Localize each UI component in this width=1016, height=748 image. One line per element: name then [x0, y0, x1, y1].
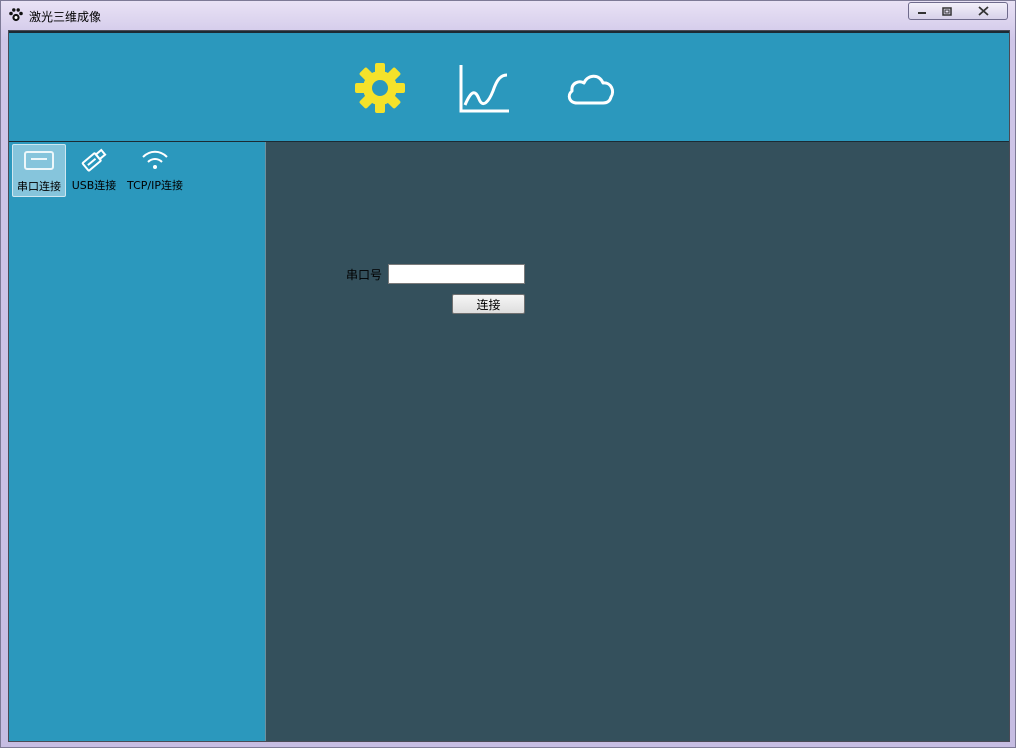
top-toolbar	[9, 31, 1009, 142]
cloud-icon[interactable]	[563, 61, 617, 115]
tab-usb-connection[interactable]: USB连接	[68, 144, 120, 197]
usb-icon	[81, 148, 107, 172]
connect-button[interactable]: 连接	[452, 294, 525, 314]
serial-port-input[interactable]	[388, 264, 525, 284]
tab-serial-label: 串口连接	[17, 180, 61, 193]
connection-sidebar: 串口连接 USB连接 TCP/IP连接	[9, 142, 266, 741]
tab-serial-connection[interactable]: 串口连接	[12, 144, 66, 197]
close-icon	[978, 6, 989, 16]
paw-icon	[9, 8, 23, 22]
tab-usb-label: USB连接	[71, 179, 117, 192]
app-window: 激光三维成像 串口连接 USB连接 TCP/IP连接 串口号 连接	[0, 0, 1016, 748]
wifi-icon	[142, 150, 168, 169]
tab-tcpip-connection[interactable]: TCP/IP连接	[122, 144, 188, 197]
line-chart-icon[interactable]	[457, 61, 511, 115]
minimize-button[interactable]	[908, 2, 935, 20]
maximize-button[interactable]	[934, 2, 961, 20]
minimize-icon	[917, 12, 926, 14]
maximize-icon	[942, 6, 952, 16]
gear-icon[interactable]	[353, 61, 407, 115]
serial-port-icon	[24, 151, 54, 170]
tab-tcpip-label: TCP/IP连接	[127, 179, 183, 192]
window-title: 激光三维成像	[29, 10, 102, 24]
main-client-area: 串口连接 USB连接 TCP/IP连接 串口号 连接	[8, 30, 1010, 742]
close-button[interactable]	[960, 2, 1008, 20]
title-bar[interactable]: 激光三维成像	[1, 1, 1015, 29]
serial-port-label: 串口号	[346, 268, 383, 282]
